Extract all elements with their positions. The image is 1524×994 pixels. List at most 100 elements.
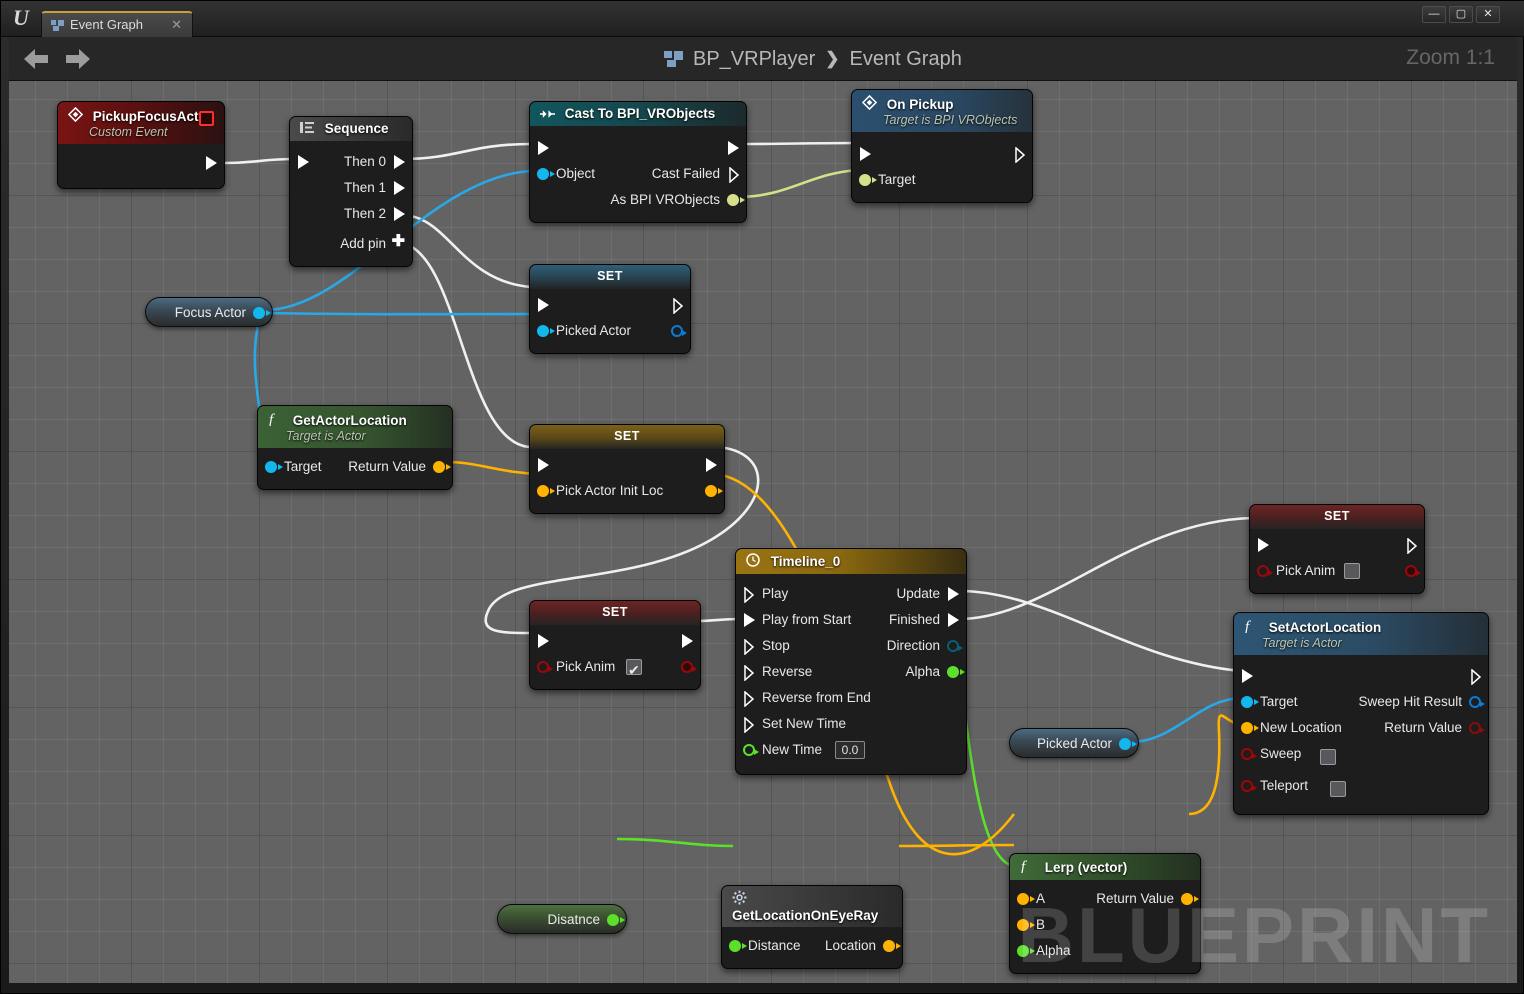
- picked-actor-output-pin[interactable]: [671, 325, 687, 337]
- exec-in-pin[interactable]: [538, 634, 549, 648]
- tab-event-graph[interactable]: Event Graph ✕: [41, 11, 193, 38]
- exec-in-pin[interactable]: [298, 155, 309, 169]
- on-pickup-target-row[interactable]: Target: [852, 167, 1032, 193]
- node-set-pick-actor-init-loc[interactable]: SET Pick Actor Init Loc: [529, 424, 725, 514]
- timeline-row-stop[interactable]: Stop Direction: [736, 633, 966, 659]
- exec-in-pin-set-new-time[interactable]: [744, 716, 755, 734]
- exec-out-pin[interactable]: [682, 634, 693, 648]
- exec-in-pin-play[interactable]: [744, 586, 755, 604]
- exec-out-pin[interactable]: [706, 458, 717, 472]
- close-icon[interactable]: ✕: [171, 17, 182, 33]
- sequence-add-pin[interactable]: Add pin ✚: [290, 227, 412, 257]
- node-set-pick-anim-false[interactable]: SET Pick Anim: [1249, 504, 1425, 594]
- node-sequence[interactable]: Sequence Then 0 Then 1 Then 2 Add pin ✚: [289, 116, 413, 267]
- exec-out-pin-then0[interactable]: [394, 155, 405, 169]
- exec-in-pin-play-from-start[interactable]: [744, 613, 755, 627]
- node-get-location-on-eye-ray[interactable]: GetLocationOnEyeRay Distance Location: [721, 885, 903, 969]
- focus-actor-output-pin[interactable]: [253, 307, 271, 319]
- variable-focus-actor[interactable]: Focus Actor: [145, 297, 273, 327]
- exec-in-pin[interactable]: [538, 298, 549, 312]
- node-pickup-focus-actor[interactable]: PickupFocusActor Custom Event: [57, 101, 225, 189]
- exec-in-pin[interactable]: [538, 141, 549, 155]
- sal-sweep-row[interactable]: Sweep: [1234, 741, 1488, 773]
- new-location-input-pin[interactable]: [1241, 722, 1259, 734]
- variable-disatnce[interactable]: Disatnce: [497, 904, 627, 934]
- sweep-checkbox[interactable]: [1320, 749, 1336, 765]
- exec-in-pin[interactable]: [1242, 669, 1253, 683]
- exec-out-pin-then1[interactable]: [394, 181, 405, 195]
- node-lerp-vector[interactable]: f Lerp (vector) A Return Value B Alpha: [1009, 853, 1201, 974]
- get-actor-location-row[interactable]: Target Return Value: [258, 454, 452, 480]
- minimize-button[interactable]: ―: [1422, 6, 1446, 23]
- close-window-button[interactable]: ✕: [1476, 6, 1500, 23]
- node-cast-to-bpi-vrobjects[interactable]: Cast To BPI_VRObjects Object Cast Failed…: [529, 101, 747, 223]
- exec-in-pin-stop[interactable]: [744, 638, 755, 656]
- maximize-button[interactable]: ▢: [1449, 6, 1473, 23]
- location-output-pin[interactable]: [883, 940, 901, 952]
- cast-exec-row[interactable]: [530, 135, 746, 161]
- sequence-row-then1[interactable]: Then 1: [290, 175, 412, 201]
- new-time-input-pin[interactable]: [743, 744, 759, 756]
- timeline-row-set-new-time[interactable]: Set New Time: [736, 711, 966, 737]
- sal-target-row[interactable]: Target Sweep Hit Result: [1234, 689, 1488, 715]
- pick-anim-output-pin[interactable]: [681, 661, 697, 673]
- node-set-actor-location[interactable]: f SetActorLocation Target is Actor Targe…: [1233, 612, 1489, 815]
- lerp-row-b[interactable]: B: [1010, 912, 1200, 938]
- disatnce-output-pin[interactable]: [607, 914, 625, 926]
- exec-out-pin-cast-failed[interactable]: [729, 166, 740, 184]
- exec-in-pin-reverse-from-end[interactable]: [744, 690, 755, 708]
- pick-anim-checkbox[interactable]: [626, 657, 642, 683]
- return-value-pin[interactable]: [1181, 893, 1199, 905]
- timeline-row-reverse-from-end[interactable]: Reverse from End: [736, 685, 966, 711]
- exec-out-pin[interactable]: [1471, 668, 1482, 686]
- set-value-row[interactable]: Pick Anim: [530, 654, 700, 683]
- picked-actor-output-pin[interactable]: [1119, 738, 1137, 750]
- direction-output-pin[interactable]: [947, 640, 963, 652]
- node-get-actor-location[interactable]: f GetActorLocation Target is Actor Targe…: [257, 405, 453, 490]
- sal-exec-row[interactable]: [1234, 663, 1488, 689]
- sequence-row-then0[interactable]: Then 0: [290, 149, 412, 175]
- plus-icon[interactable]: ✚: [392, 234, 405, 250]
- timeline-row-reverse[interactable]: Reverse Alpha: [736, 659, 966, 685]
- exec-out-pin-update[interactable]: [948, 587, 959, 601]
- distance-input-pin[interactable]: [729, 940, 747, 952]
- sequence-row-then2[interactable]: Then 2: [290, 201, 412, 227]
- alpha-output-pin[interactable]: [947, 666, 965, 678]
- set-value-row[interactable]: Pick Actor Init Loc: [530, 478, 724, 504]
- a-input-pin[interactable]: [1017, 893, 1035, 905]
- exec-in-pin[interactable]: [1258, 538, 1269, 552]
- pick-anim-output-pin[interactable]: [1405, 565, 1421, 577]
- exec-out-pin-then2[interactable]: [394, 207, 405, 221]
- new-time-input[interactable]: 0.0: [835, 741, 865, 759]
- timeline-row-play-from-start[interactable]: Play from Start Finished: [736, 607, 966, 633]
- exec-in-pin[interactable]: [538, 458, 549, 472]
- exec-out-pin[interactable]: [206, 156, 217, 170]
- exec-in-pin[interactable]: [860, 147, 871, 161]
- alpha-input-pin[interactable]: [1017, 945, 1035, 957]
- exec-out-pin[interactable]: [1015, 146, 1026, 164]
- exec-in-pin-reverse[interactable]: [744, 664, 755, 682]
- node-on-pickup[interactable]: On Pickup Target is BPI VRObjects Target: [851, 89, 1033, 203]
- lerp-row-a[interactable]: A Return Value: [1010, 886, 1200, 912]
- sal-new-location-row[interactable]: New Location Return Value: [1234, 715, 1488, 741]
- pick-anim-checkbox[interactable]: [1344, 563, 1360, 579]
- cast-as-bpi-row[interactable]: As BPI VRObjects: [530, 187, 746, 213]
- event-graph-canvas[interactable]: PickupFocusActor Custom Event Sequence T…: [9, 81, 1517, 983]
- set-value-row[interactable]: Picked Actor: [530, 318, 690, 344]
- set-value-row[interactable]: Pick Anim: [1250, 558, 1424, 584]
- breadcrumb-current[interactable]: Event Graph: [850, 48, 962, 71]
- sal-teleport-row[interactable]: Teleport: [1234, 773, 1488, 805]
- timeline-row-new-time[interactable]: New Time 0.0: [736, 737, 966, 765]
- forward-arrow-icon[interactable]: [65, 47, 91, 71]
- return-value-pin[interactable]: [1469, 722, 1485, 734]
- target-input-pin[interactable]: [1241, 696, 1259, 708]
- exec-out-pin[interactable]: [673, 297, 684, 315]
- variable-picked-actor[interactable]: Picked Actor: [1009, 728, 1139, 758]
- cast-object-row[interactable]: Object Cast Failed: [530, 161, 746, 187]
- set-exec-row[interactable]: [530, 628, 700, 654]
- set-exec-row[interactable]: [1250, 532, 1424, 558]
- node-set-picked-actor[interactable]: SET Picked Actor: [529, 264, 691, 354]
- exec-out-pin[interactable]: [1407, 537, 1418, 555]
- exec-out-pin-finished[interactable]: [948, 613, 959, 627]
- set-exec-row[interactable]: [530, 292, 690, 318]
